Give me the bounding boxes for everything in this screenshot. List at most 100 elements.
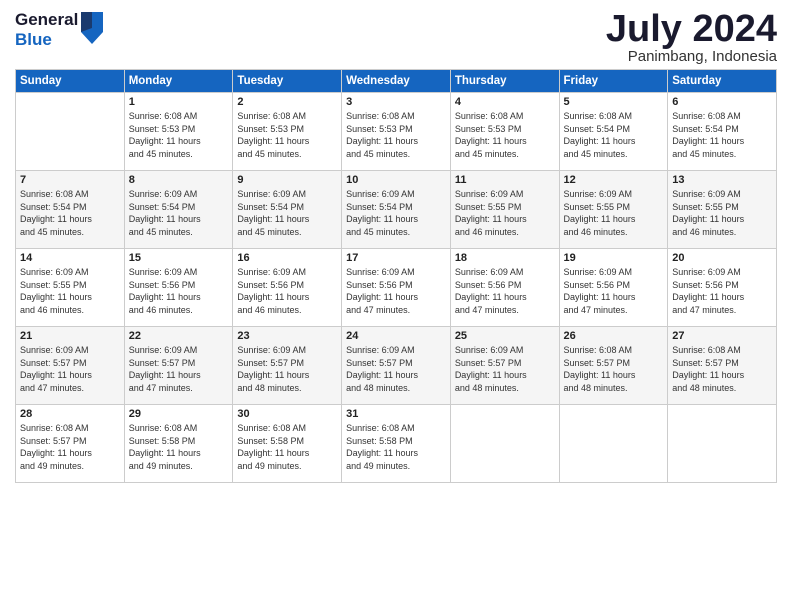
day-number: 27	[672, 330, 772, 342]
day-info: Sunrise: 6:09 AM Sunset: 5:55 PM Dayligh…	[455, 188, 555, 238]
day-info: Sunrise: 6:09 AM Sunset: 5:57 PM Dayligh…	[455, 344, 555, 394]
day-header-friday: Friday	[559, 70, 668, 93]
calendar-cell: 16 Sunrise: 6:09 AM Sunset: 5:56 PM Dayli…	[233, 249, 342, 327]
day-info: Sunrise: 6:09 AM Sunset: 5:54 PM Dayligh…	[129, 188, 229, 238]
calendar-cell: 6 Sunrise: 6:08 AM Sunset: 5:54 PM Daylig…	[668, 93, 777, 171]
logo-icon	[81, 12, 103, 44]
day-info: Sunrise: 6:09 AM Sunset: 5:57 PM Dayligh…	[346, 344, 446, 394]
day-number: 16	[237, 252, 337, 264]
day-info: Sunrise: 6:08 AM Sunset: 5:54 PM Dayligh…	[672, 110, 772, 160]
day-info: Sunrise: 6:08 AM Sunset: 5:57 PM Dayligh…	[672, 344, 772, 394]
calendar-cell: 24 Sunrise: 6:09 AM Sunset: 5:57 PM Dayli…	[342, 327, 451, 405]
day-info: Sunrise: 6:08 AM Sunset: 5:58 PM Dayligh…	[346, 422, 446, 472]
calendar-cell	[16, 93, 125, 171]
week-row-3: 14 Sunrise: 6:09 AM Sunset: 5:55 PM Dayli…	[16, 249, 777, 327]
day-number: 30	[237, 408, 337, 420]
day-header-wednesday: Wednesday	[342, 70, 451, 93]
day-info: Sunrise: 6:09 AM Sunset: 5:57 PM Dayligh…	[129, 344, 229, 394]
day-number: 12	[564, 174, 664, 186]
logo-general: General	[15, 10, 78, 30]
calendar-cell: 7 Sunrise: 6:08 AM Sunset: 5:54 PM Daylig…	[16, 171, 125, 249]
day-info: Sunrise: 6:08 AM Sunset: 5:53 PM Dayligh…	[237, 110, 337, 160]
calendar-cell: 8 Sunrise: 6:09 AM Sunset: 5:54 PM Daylig…	[124, 171, 233, 249]
day-number: 29	[129, 408, 229, 420]
calendar-cell: 20Sunrise: 6:09 AM Sunset: 5:56 PM Dayli…	[668, 249, 777, 327]
day-info: Sunrise: 6:09 AM Sunset: 5:56 PM Dayligh…	[564, 266, 664, 316]
day-number: 6	[672, 96, 772, 108]
day-number: 17	[346, 252, 446, 264]
calendar-cell: 22Sunrise: 6:09 AM Sunset: 5:57 PM Dayli…	[124, 327, 233, 405]
day-info: Sunrise: 6:09 AM Sunset: 5:56 PM Dayligh…	[672, 266, 772, 316]
day-number: 24	[346, 330, 446, 342]
day-number: 4	[455, 96, 555, 108]
day-info: Sunrise: 6:09 AM Sunset: 5:54 PM Dayligh…	[346, 188, 446, 238]
calendar-body: 1 Sunrise: 6:08 AM Sunset: 5:53 PM Daylig…	[16, 93, 777, 483]
title-block: July 2024 Panimbang, Indonesia	[606, 10, 777, 65]
day-number: 15	[129, 252, 229, 264]
day-number: 1	[129, 96, 229, 108]
day-number: 7	[20, 174, 120, 186]
logo: General Blue	[15, 10, 103, 49]
calendar-table: SundayMondayTuesdayWednesdayThursdayFrid…	[15, 69, 777, 483]
day-info: Sunrise: 6:08 AM Sunset: 5:57 PM Dayligh…	[20, 422, 120, 472]
day-number: 28	[20, 408, 120, 420]
day-info: Sunrise: 6:09 AM Sunset: 5:56 PM Dayligh…	[455, 266, 555, 316]
day-info: Sunrise: 6:09 AM Sunset: 5:56 PM Dayligh…	[237, 266, 337, 316]
day-info: Sunrise: 6:08 AM Sunset: 5:58 PM Dayligh…	[129, 422, 229, 472]
day-info: Sunrise: 6:08 AM Sunset: 5:53 PM Dayligh…	[346, 110, 446, 160]
calendar-cell: 12Sunrise: 6:09 AM Sunset: 5:55 PM Dayli…	[559, 171, 668, 249]
day-info: Sunrise: 6:09 AM Sunset: 5:57 PM Dayligh…	[237, 344, 337, 394]
day-header-tuesday: Tuesday	[233, 70, 342, 93]
calendar-cell: 19 Sunrise: 6:09 AM Sunset: 5:56 PM Dayli…	[559, 249, 668, 327]
calendar-cell	[450, 405, 559, 483]
week-row-4: 21 Sunrise: 6:09 AM Sunset: 5:57 PM Dayli…	[16, 327, 777, 405]
day-number: 21	[20, 330, 120, 342]
calendar-cell: 10 Sunrise: 6:09 AM Sunset: 5:54 PM Dayli…	[342, 171, 451, 249]
week-row-2: 7 Sunrise: 6:08 AM Sunset: 5:54 PM Daylig…	[16, 171, 777, 249]
day-info: Sunrise: 6:08 AM Sunset: 5:57 PM Dayligh…	[564, 344, 664, 394]
day-info: Sunrise: 6:08 AM Sunset: 5:53 PM Dayligh…	[455, 110, 555, 160]
day-number: 14	[20, 252, 120, 264]
day-number: 25	[455, 330, 555, 342]
calendar-cell: 23 Sunrise: 6:09 AM Sunset: 5:57 PM Dayli…	[233, 327, 342, 405]
day-header-thursday: Thursday	[450, 70, 559, 93]
calendar-cell: 4 Sunrise: 6:08 AM Sunset: 5:53 PM Daylig…	[450, 93, 559, 171]
day-number: 19	[564, 252, 664, 264]
calendar-cell: 28 Sunrise: 6:08 AM Sunset: 5:57 PM Dayli…	[16, 405, 125, 483]
calendar-cell: 15 Sunrise: 6:09 AM Sunset: 5:56 PM Dayli…	[124, 249, 233, 327]
week-row-1: 1 Sunrise: 6:08 AM Sunset: 5:53 PM Daylig…	[16, 93, 777, 171]
day-number: 8	[129, 174, 229, 186]
day-number: 2	[237, 96, 337, 108]
day-header-saturday: Saturday	[668, 70, 777, 93]
header-row: SundayMondayTuesdayWednesdayThursdayFrid…	[16, 70, 777, 93]
calendar-cell: 18 Sunrise: 6:09 AM Sunset: 5:56 PM Dayli…	[450, 249, 559, 327]
day-number: 31	[346, 408, 446, 420]
calendar-cell: 2 Sunrise: 6:08 AM Sunset: 5:53 PM Daylig…	[233, 93, 342, 171]
calendar-cell: 11 Sunrise: 6:09 AM Sunset: 5:55 PM Dayli…	[450, 171, 559, 249]
calendar-cell: 17 Sunrise: 6:09 AM Sunset: 5:56 PM Dayli…	[342, 249, 451, 327]
calendar-cell: 29 Sunrise: 6:08 AM Sunset: 5:58 PM Dayli…	[124, 405, 233, 483]
day-number: 18	[455, 252, 555, 264]
week-row-5: 28 Sunrise: 6:08 AM Sunset: 5:57 PM Dayli…	[16, 405, 777, 483]
day-info: Sunrise: 6:08 AM Sunset: 5:53 PM Dayligh…	[129, 110, 229, 160]
day-info: Sunrise: 6:09 AM Sunset: 5:56 PM Dayligh…	[129, 266, 229, 316]
calendar-cell: 27 Sunrise: 6:08 AM Sunset: 5:57 PM Dayli…	[668, 327, 777, 405]
calendar-cell: 3Sunrise: 6:08 AM Sunset: 5:53 PM Daylig…	[342, 93, 451, 171]
header: General Blue July 2024 Panimbang, Indone…	[15, 10, 777, 65]
day-header-sunday: Sunday	[16, 70, 125, 93]
calendar-cell: 14 Sunrise: 6:09 AM Sunset: 5:55 PM Dayli…	[16, 249, 125, 327]
day-info: Sunrise: 6:09 AM Sunset: 5:55 PM Dayligh…	[20, 266, 120, 316]
calendar-cell	[559, 405, 668, 483]
day-number: 10	[346, 174, 446, 186]
day-number: 23	[237, 330, 337, 342]
day-number: 9	[237, 174, 337, 186]
calendar-cell: 31 Sunrise: 6:08 AM Sunset: 5:58 PM Dayli…	[342, 405, 451, 483]
day-info: Sunrise: 6:09 AM Sunset: 5:56 PM Dayligh…	[346, 266, 446, 316]
day-number: 11	[455, 174, 555, 186]
day-info: Sunrise: 6:09 AM Sunset: 5:55 PM Dayligh…	[672, 188, 772, 238]
page-container: General Blue July 2024 Panimbang, Indone…	[0, 0, 792, 493]
day-info: Sunrise: 6:08 AM Sunset: 5:54 PM Dayligh…	[20, 188, 120, 238]
calendar-cell: 13Sunrise: 6:09 AM Sunset: 5:55 PM Dayli…	[668, 171, 777, 249]
day-info: Sunrise: 6:09 AM Sunset: 5:57 PM Dayligh…	[20, 344, 120, 394]
day-header-monday: Monday	[124, 70, 233, 93]
